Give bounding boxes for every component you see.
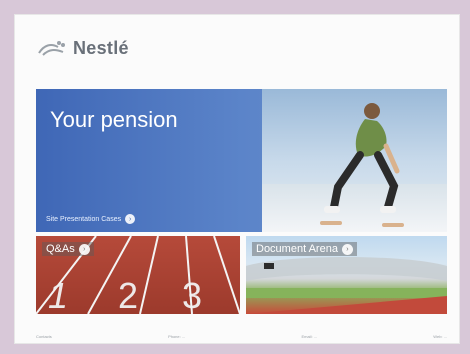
hero-link-label: Site Presentation Cases: [46, 215, 122, 223]
screenshot-frame: Nestlé Your pension Site Presentation Ca…: [0, 0, 470, 354]
svg-text:2: 2: [118, 275, 138, 314]
hero-image: [262, 89, 447, 232]
arrow-right-icon: ›: [341, 243, 353, 255]
qas-tile[interactable]: 1 2 3 Q&As ›: [36, 236, 240, 314]
svg-text:1: 1: [48, 275, 68, 314]
brand-logo[interactable]: Nestlé: [37, 33, 129, 63]
document-arena-label-text: Document Arena: [256, 243, 338, 255]
qas-label[interactable]: Q&As ›: [42, 242, 94, 256]
page: Nestlé Your pension Site Presentation Ca…: [14, 14, 460, 344]
document-arena-tile[interactable]: Document Arena ›: [246, 236, 447, 314]
document-arena-label[interactable]: Document Arena ›: [252, 242, 357, 256]
hero-title: Your pension: [50, 107, 178, 132]
footer-item-email[interactable]: Email: ...: [301, 334, 317, 339]
arrow-right-icon: ›: [125, 214, 136, 224]
hero-banner[interactable]: Your pension Site Presentation Cases ›: [36, 89, 447, 232]
svg-text:3: 3: [182, 275, 202, 314]
footer-item-contacts[interactable]: Contacts: [36, 334, 52, 339]
footer-item-phone: Phone: ...: [168, 334, 186, 339]
qas-label-text: Q&As: [46, 243, 75, 255]
nest-logo-icon: [38, 41, 65, 56]
runner-icon: [320, 103, 404, 227]
hero-link[interactable]: Site Presentation Cases ›: [46, 214, 136, 224]
arrow-right-icon: ›: [78, 243, 90, 255]
footer: Contacts Phone: ... Email: ... Web: ...: [36, 334, 447, 339]
brand-logo-text: Nestlé: [73, 37, 129, 58]
footer-item-web[interactable]: Web: ...: [433, 334, 447, 339]
